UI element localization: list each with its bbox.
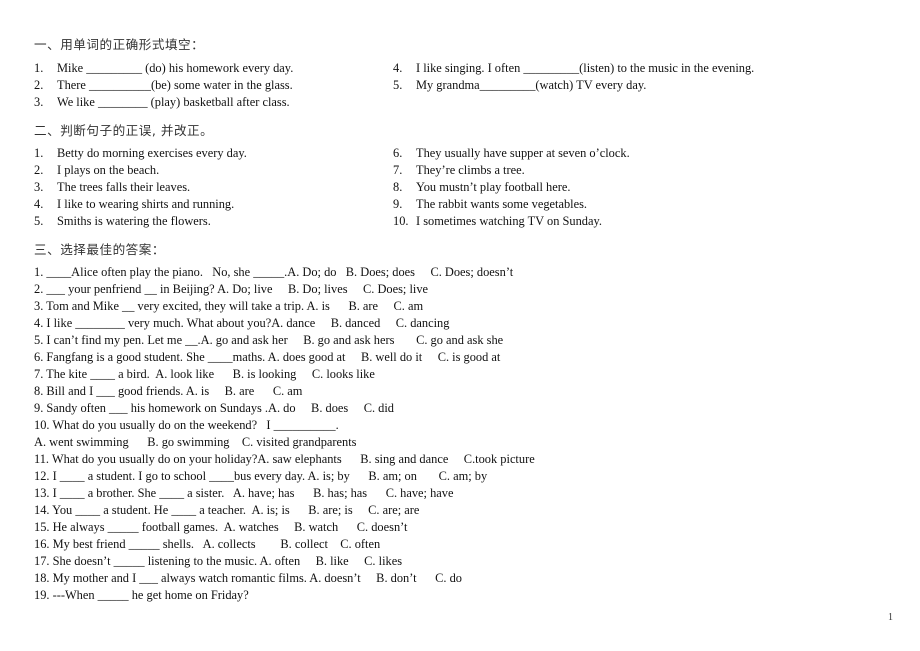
question-line: 12. I ____ a student. I go to school ___… [34,469,488,483]
question-line: 17. She doesn’t _____ listening to the m… [34,554,403,568]
item-text: I like to wearing shirts and running. [57,197,235,211]
section-2-heading: 二、判断句子的正误, 并改正。 [34,123,214,138]
question-line: 2. ___ your penfriend __ in Beijing? A. … [34,282,429,296]
question-line: 7. The kite ____ a bird. A. look like B.… [34,367,375,381]
s1-item-3: 3. We like ________ (play) basketball aft… [34,94,290,111]
question-line: A. went swimming B. go swimming C. visit… [34,435,357,449]
item-number: 4. [393,61,403,75]
question-line: 1. ____Alice often play the piano. No, s… [34,265,514,279]
item-text: The trees falls their leaves. [57,180,191,194]
s2-item-9: 9. The rabbit wants some vegetables. [393,196,587,213]
item-number: 9. [393,197,403,211]
item-text: I plays on the beach. [57,163,160,177]
item-text: Smiths is watering the flowers. [57,214,211,228]
item-number: 3. [34,95,44,109]
section-3-heading: 三、选择最佳的答案： [34,242,165,257]
item-text: The rabbit wants some vegetables. [416,197,588,211]
question-line: 11. What do you usually do on your holid… [34,452,535,466]
s1-item-4: 4. I like singing. I often _________(list… [393,60,754,77]
question-line: 8. Bill and I ___ good friends. A. is B.… [34,384,303,398]
s2-item-1: 1. Betty do morning exercises every day. [34,145,247,162]
item-text: My grandma_________(watch) TV every day. [416,78,647,92]
item-number: 4. [34,197,44,211]
section-1-heading: 一、用单词的正确形式填空： [34,37,205,52]
item-number: 10. [393,214,409,228]
s1-item-1: 1. Mike _________ (do) his homework every… [34,60,293,77]
item-text: We like ________ (play) basketball after… [57,95,290,109]
question-line: 3. Tom and Mike __ very excited, they wi… [34,299,424,313]
item-number: 1. [34,146,44,160]
item-number: 5. [393,78,403,92]
question-line: 9. Sandy often ___ his homework on Sunda… [34,401,395,415]
question-line: 10. What do you usually do on the weeken… [34,418,339,432]
question-line: 19. ---When _____ he get home on Friday? [34,588,249,602]
question-line: 13. I ____ a brother. She ____ a sister.… [34,486,454,500]
s2-item-7: 7. They’re climbs a tree. [393,162,525,179]
s1-item-5: 5. My grandma_________(watch) TV every da… [393,77,646,94]
question-line: 6. Fangfang is a good student. She ____m… [34,350,501,364]
item-text: I sometimes watching TV on Sunday. [416,214,602,228]
s2-item-6: 6. They usually have supper at seven o’cl… [393,145,630,162]
s2-item-5: 5. Smiths is watering the flowers. [34,213,211,230]
question-line: 18. My mother and I ___ always watch rom… [34,571,463,585]
question-line: 16. My best friend _____ shells. A. coll… [34,537,381,551]
item-number: 2. [34,78,44,92]
item-number: 2. [34,163,44,177]
item-number: 7. [393,163,403,177]
s1-item-2: 2. There __________(be) some water in the… [34,77,293,94]
item-text: They usually have supper at seven o’cloc… [416,146,630,160]
item-text: I like singing. I often _________(listen… [416,61,755,75]
question-line: 14. You ____ a student. He ____ a teache… [34,503,420,517]
item-number: 1. [34,61,44,75]
page-number: 1 [888,612,893,623]
item-text: There __________(be) some water in the g… [57,78,293,92]
s2-item-2: 2. I plays on the beach. [34,162,159,179]
s2-item-8: 8. You mustn’t play football here. [393,179,570,196]
question-line: 4. I like ________ very much. What about… [34,316,450,330]
s2-item-3: 3. The trees falls their leaves. [34,179,190,196]
item-number: 5. [34,214,44,228]
item-text: Betty do morning exercises every day. [57,146,247,160]
item-number: 6. [393,146,403,160]
s2-item-10: 10. I sometimes watching TV on Sunday. [393,213,602,230]
question-line: 5. I can’t find my pen. Let me __.A. go … [34,333,504,347]
item-text: They’re climbs a tree. [416,163,525,177]
s2-item-4: 4. I like to wearing shirts and running. [34,196,234,213]
question-line: 15. He always _____ football games. A. w… [34,520,408,534]
item-number: 8. [393,180,403,194]
item-text: Mike _________ (do) his homework every d… [57,61,294,75]
item-number: 3. [34,180,44,194]
item-text: You mustn’t play football here. [416,180,571,194]
